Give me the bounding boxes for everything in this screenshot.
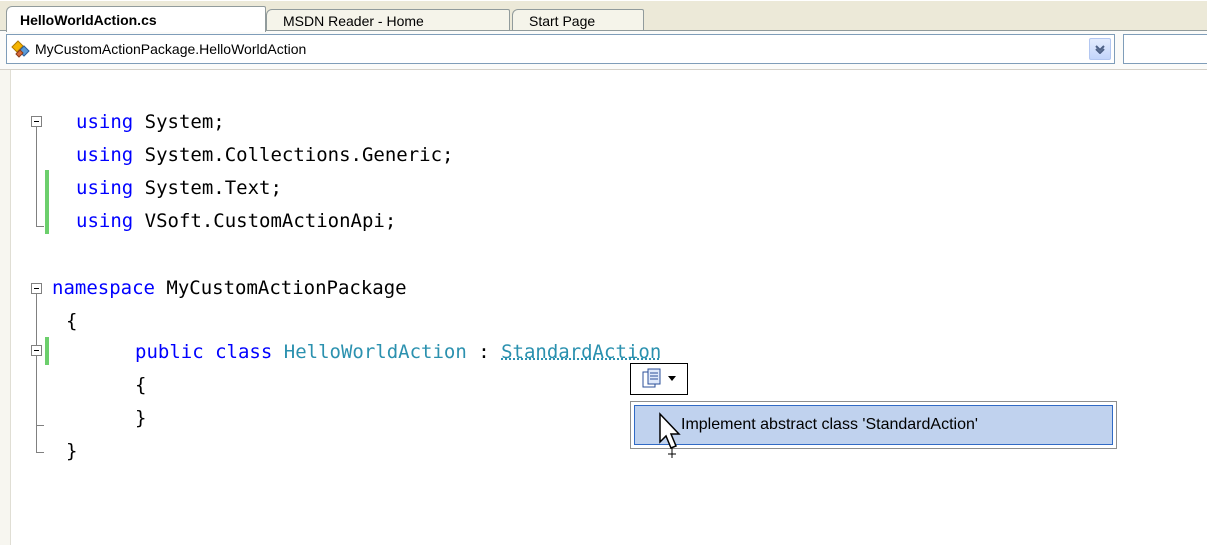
tab-msdn-reader-home[interactable]: MSDN Reader - Home: [266, 9, 510, 31]
code-text: MyCustomActionPackage: [154, 277, 407, 299]
code-line: }: [135, 404, 146, 432]
outline-line: [36, 127, 37, 226]
code-text: System.Collections.Generic;: [133, 144, 454, 166]
menu-item-label: Implement abstract class 'StandardAction…: [681, 416, 978, 433]
outline-end: [36, 226, 44, 227]
member-selector-dropdown[interactable]: [1123, 34, 1207, 64]
change-marker: [45, 170, 49, 234]
keyword: public: [135, 341, 204, 363]
code-text: {: [66, 310, 78, 332]
smart-tag-menu: Implement abstract class 'StandardAction…: [630, 401, 1117, 449]
type-selector-dropdown-button[interactable]: [1089, 38, 1111, 60]
code-text: System;: [133, 111, 225, 133]
outline-end: [36, 452, 44, 453]
code-line: }: [66, 437, 77, 465]
collapse-class-icon[interactable]: [31, 345, 42, 356]
code-text: :: [466, 341, 502, 363]
tab-label: Start Page: [529, 12, 596, 29]
chevron-down-icon: [1095, 45, 1105, 54]
tab-helloworldaction-cs[interactable]: HelloWorldAction.cs: [6, 6, 266, 32]
mouse-pointer-icon: [659, 412, 681, 458]
code-text: System.Text;: [133, 177, 282, 199]
keyword: class: [215, 341, 273, 363]
code-text: {: [135, 374, 147, 396]
base-class-name[interactable]: StandardAction: [501, 341, 661, 363]
smart-tag-dropdown-arrow-icon: [668, 376, 676, 381]
class-icon: [11, 40, 30, 58]
change-marker: [45, 337, 49, 365]
tab-label: MSDN Reader - Home: [283, 12, 424, 29]
collapse-usings-icon[interactable]: [31, 116, 42, 127]
class-name: HelloWorldAction: [283, 341, 467, 363]
outline-end: [36, 425, 44, 426]
type-selector-value: MyCustomActionPackage.HelloWorldAction: [35, 41, 307, 57]
code-text: }: [66, 440, 78, 462]
keyword: using: [76, 210, 134, 232]
keyword: using: [76, 177, 134, 199]
navigation-bar: MyCustomActionPackage.HelloWorldAction: [0, 31, 1207, 70]
editor-indicator-margin: [0, 70, 11, 545]
smart-tag-document-icon: [642, 368, 661, 388]
smart-tag-button[interactable]: [630, 363, 688, 395]
code-line: namespace MyCustomActionPackage: [52, 274, 407, 302]
tab-label: HelloWorldAction.cs: [20, 11, 157, 28]
code-line: using System.Collections.Generic;: [76, 141, 454, 169]
keyword: using: [76, 111, 134, 133]
code-line: {: [135, 371, 146, 399]
code-line: using System;: [76, 108, 225, 136]
document-tab-strip: Start Page MSDN Reader - Home HelloWorld…: [0, 0, 1207, 32]
code-line: using VSoft.CustomActionApi;: [76, 207, 396, 235]
collapse-namespace-icon[interactable]: [31, 283, 42, 294]
type-selector-dropdown[interactable]: MyCustomActionPackage.HelloWorldAction: [6, 34, 1115, 64]
code-text: }: [135, 407, 147, 429]
keyword: namespace: [52, 277, 155, 299]
code-line: {: [66, 307, 77, 335]
tab-start-page[interactable]: Start Page: [512, 9, 644, 31]
implement-abstract-class-menu-item[interactable]: Implement abstract class 'StandardAction…: [634, 405, 1113, 445]
code-line: public class HelloWorldAction : Standard…: [135, 338, 661, 366]
keyword: using: [76, 144, 134, 166]
code-text: VSoft.CustomActionApi;: [133, 210, 397, 232]
code-line: using System.Text;: [76, 174, 282, 202]
outline-line: [36, 294, 37, 452]
